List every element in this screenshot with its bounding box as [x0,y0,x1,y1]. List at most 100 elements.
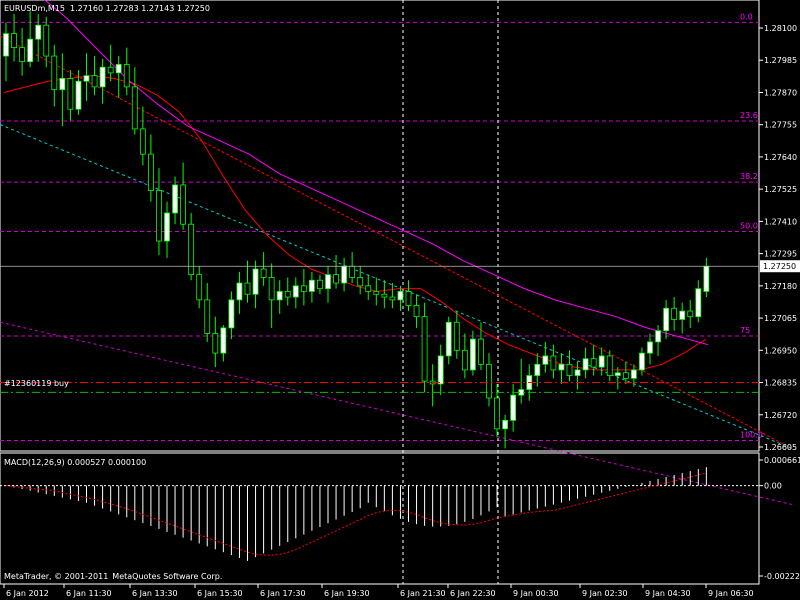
candle-body [542,355,549,365]
candle-body [164,212,170,242]
candle-body [139,128,146,155]
candle-body [99,66,106,88]
candle-body [35,24,42,40]
candle-body [413,305,420,318]
candle-body [679,310,686,320]
candle-body [622,372,629,379]
time-tick-label: 6 Jan 19:30 [324,589,370,598]
candle-body [502,419,509,430]
time-tick-label: 9 Jan 06:30 [708,589,754,598]
candle-body [341,265,348,284]
candle-body [220,327,227,354]
time-tick-label: 6 Jan 15:30 [197,589,243,598]
candle-body [188,223,195,276]
price-tick-label: 1.27640 [764,153,797,162]
candle-body [558,363,565,371]
candle-body [389,296,396,301]
time-tick-label: 6 Jan 11:30 [66,589,112,598]
candle-body [703,265,710,292]
candle-body [437,355,444,385]
candle-body [276,291,283,301]
fibo-label: 75 [740,326,750,335]
candle-body [236,282,243,301]
candle-body [357,277,364,287]
candle-body [244,282,251,295]
fibo-label: 0.0 [740,12,753,21]
candle-body [59,78,66,91]
price-pane[interactable] [0,0,760,452]
candle-body [67,78,74,110]
candle-body [453,321,460,351]
price-tick-label: 1.27410 [764,217,797,226]
candle-body [11,33,17,49]
candle-body [51,55,58,91]
candle-body [405,291,412,306]
candle-body [196,274,203,301]
candle-body [115,64,122,74]
macd-tick-label: 0.00 [764,482,782,491]
macd-tick-label: 0.000661 [764,456,800,465]
current-price-label: 1.27250 [763,262,796,271]
fibo-label: 38.2 [740,172,758,181]
time-tick-label: 9 Jan 02:30 [582,589,628,598]
candle-body [647,341,653,354]
price-tick-label: 1.26835 [764,379,797,388]
candle-body [260,268,267,278]
time-axis: 6 Jan 2012 6 Jan 11:30 6 Jan 13:30 6 Jan 15… [3,584,754,598]
candle-body [180,184,187,225]
candle-body [212,333,219,354]
candle-body [268,277,275,301]
candle-body [614,372,621,376]
metatrader-chart[interactable]: 0.023.638.250.075100.0 1.281001.279851.2… [0,0,800,600]
candle-body [381,293,388,298]
time-tick-label: 6 Jan 21:30 [400,589,446,598]
time-tick-label: 9 Jan 04:30 [645,589,691,598]
price-tick-label: 1.28100 [764,24,797,33]
candle-body [486,363,492,399]
price-tick-label: 1.26605 [764,443,797,452]
candle-body [75,80,82,110]
fibo-label: 23.6 [740,111,758,120]
macd-tick-label: -0.002227 [764,572,800,581]
price-tick-label: 1.27180 [764,282,797,291]
candle-body [107,66,114,74]
candle-body [397,291,404,301]
candle-body [598,355,605,368]
candle-body [461,349,468,371]
time-tick-label: 6 Jan 13:30 [132,589,178,598]
price-tick-label: 1.27985 [764,56,797,65]
candle-body [534,363,541,376]
chart-header: EURUSDm,M15 1.27160 1.27283 1.27143 1.272… [4,4,210,13]
time-tick-label: 9 Jan 00:30 [513,589,559,598]
price-tick-label: 1.27065 [764,314,797,323]
candle-body [131,86,138,130]
candle-body [687,310,694,318]
candle-body [671,307,678,320]
candle-body [156,190,162,242]
candle-body [365,285,372,292]
candle-body [91,75,98,88]
candle-body [308,279,315,292]
order-label: #12360119 buy [4,379,69,388]
copyright-text: MetaTrader, © 2001-2011 MetaQuotes Softwa… [4,572,222,581]
candle-body [349,265,356,278]
candle-body [204,299,211,334]
candle-body [606,355,613,376]
candle-body [566,363,573,376]
candle-body [663,307,669,332]
candle-body [421,316,428,382]
candle-body [43,24,50,57]
candle-body [325,274,331,290]
time-tick-label: 6 Jan 2012 [6,589,49,598]
candle-body [284,291,291,298]
candle-body [590,358,597,368]
macd-pane[interactable] [0,452,760,585]
price-tick-label: 1.27870 [764,88,797,97]
candle-body [582,358,589,371]
fibo-label: 50.0 [740,221,758,230]
candle-body [300,285,307,292]
candle-body [3,33,9,57]
candle-body [550,355,557,371]
candle-body [333,274,339,284]
time-tick-label: 6 Jan 22:30 [450,589,496,598]
